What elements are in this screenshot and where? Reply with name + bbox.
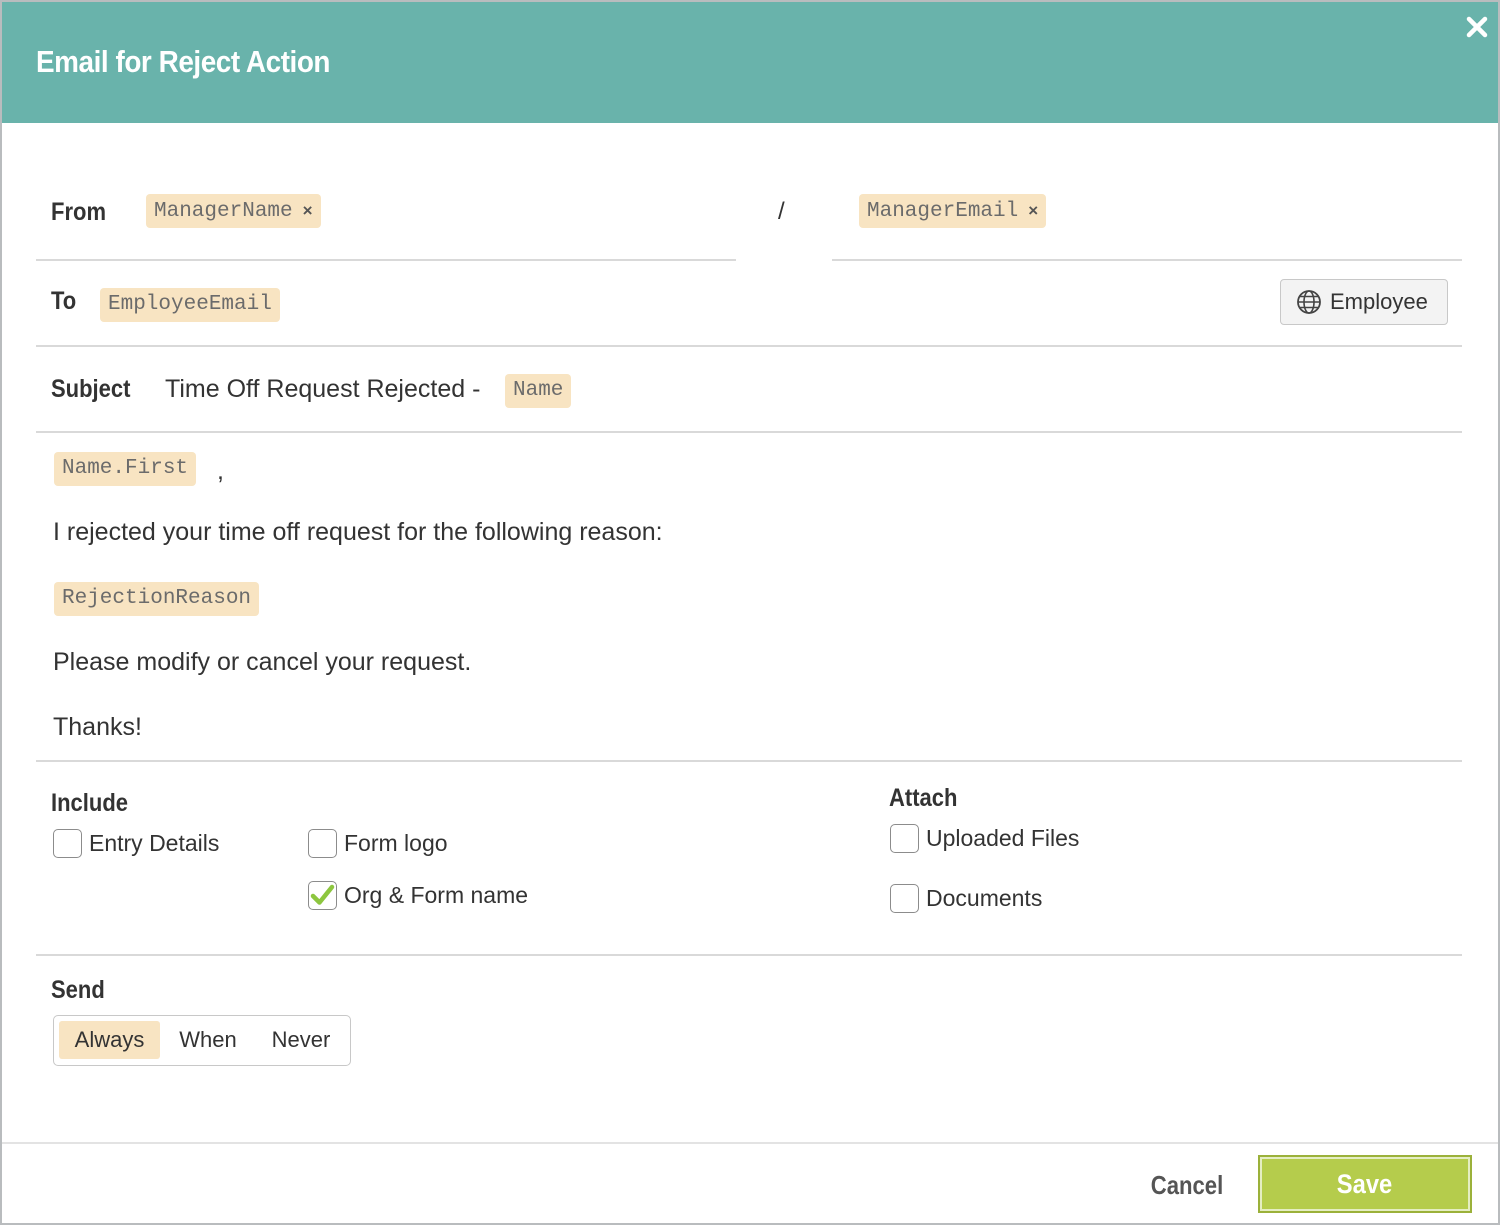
email-dialog: Email for Reject Action From ManagerName… bbox=[0, 0, 1500, 1225]
dialog-header: Email for Reject Action bbox=[2, 2, 1498, 123]
save-button-label: Save bbox=[1337, 1169, 1393, 1199]
save-button[interactable]: Save bbox=[1258, 1155, 1472, 1213]
checkbox-box[interactable] bbox=[890, 884, 919, 913]
employee-picker-button[interactable]: Employee bbox=[1280, 279, 1448, 325]
form-logo-label: Form logo bbox=[344, 830, 448, 856]
subject-divider bbox=[36, 431, 1462, 433]
to-token[interactable]: EmployeeEmail bbox=[100, 288, 280, 322]
checkmark-icon bbox=[310, 884, 335, 905]
entry-details-label: Entry Details bbox=[89, 830, 220, 856]
org-form-name-label: Org & Form name bbox=[344, 882, 529, 908]
documents-checkbox[interactable]: Documents bbox=[890, 884, 1042, 913]
uploaded-files-label: Uploaded Files bbox=[926, 825, 1080, 851]
include-label: Include bbox=[51, 789, 129, 817]
from-email-token[interactable]: ManagerEmail × bbox=[859, 194, 1047, 228]
checkbox-box[interactable] bbox=[890, 824, 919, 853]
close-icon[interactable] bbox=[1464, 14, 1490, 40]
globe-icon bbox=[1297, 290, 1321, 314]
send-option-when[interactable]: When bbox=[166, 1021, 250, 1059]
checkbox-box[interactable] bbox=[53, 829, 82, 858]
body-line-1[interactable]: I rejected your time off request for the… bbox=[53, 518, 663, 547]
employee-picker-label: Employee bbox=[1330, 289, 1428, 314]
from-name-token[interactable]: ManagerName × bbox=[146, 194, 321, 228]
rejection-reason-token[interactable]: RejectionReason bbox=[54, 582, 260, 616]
from-email-token-label: ManagerEmail bbox=[867, 200, 1019, 223]
remove-email-token-icon[interactable]: × bbox=[1028, 201, 1038, 220]
to-divider bbox=[36, 345, 1462, 347]
documents-label: Documents bbox=[926, 885, 1043, 911]
send-label: Send bbox=[51, 976, 105, 1004]
subject-name-token[interactable]: Name bbox=[505, 374, 572, 408]
send-segmented-control: Always When Never bbox=[53, 1015, 351, 1066]
form-logo-checkbox[interactable]: Form logo bbox=[308, 829, 448, 858]
to-label: To bbox=[51, 287, 77, 315]
options-divider bbox=[36, 954, 1462, 956]
checkbox-box-checked[interactable] bbox=[308, 881, 337, 910]
from-name-token-label: ManagerName bbox=[154, 200, 293, 223]
subject-text[interactable]: Time Off Request Rejected - bbox=[165, 375, 480, 404]
from-label: From bbox=[51, 198, 106, 226]
entry-details-checkbox[interactable]: Entry Details bbox=[53, 829, 219, 858]
org-form-name-checkbox[interactable]: Org & Form name bbox=[308, 881, 528, 910]
send-option-always[interactable]: Always bbox=[59, 1021, 160, 1059]
remove-name-token-icon[interactable]: × bbox=[303, 201, 313, 220]
dialog-title: Email for Reject Action bbox=[36, 44, 331, 79]
attach-label: Attach bbox=[889, 784, 958, 812]
body-line-3[interactable]: Thanks! bbox=[53, 713, 142, 742]
from-name-underline bbox=[36, 259, 736, 261]
send-option-never[interactable]: Never bbox=[257, 1021, 345, 1059]
body-line-2[interactable]: Please modify or cancel your request. bbox=[53, 648, 471, 677]
greeting-token[interactable]: Name.First bbox=[54, 452, 197, 486]
body-divider bbox=[36, 760, 1462, 762]
uploaded-files-checkbox[interactable]: Uploaded Files bbox=[890, 824, 1079, 853]
checkbox-box[interactable] bbox=[308, 829, 337, 858]
from-separator: / bbox=[778, 198, 785, 225]
from-email-underline bbox=[832, 259, 1462, 261]
greeting-comma: , bbox=[217, 457, 224, 485]
footer-divider bbox=[2, 1142, 1498, 1144]
cancel-button[interactable]: Cancel bbox=[1149, 1162, 1226, 1208]
subject-label: Subject bbox=[51, 375, 131, 403]
